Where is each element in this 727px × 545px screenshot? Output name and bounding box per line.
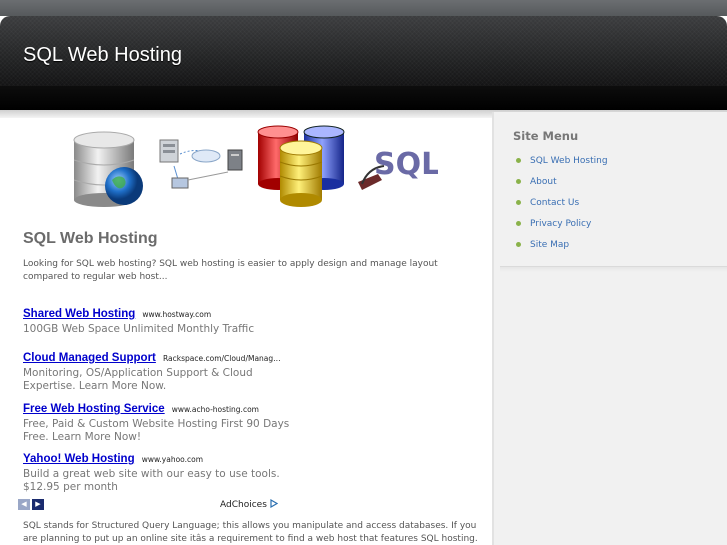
menu-link[interactable]: Contact Us (530, 198, 579, 208)
site-title[interactable]: SQL Web Hosting (23, 44, 182, 67)
sidebar-item-about: About (516, 173, 608, 194)
sidebar-heading: Site Menu (513, 129, 579, 143)
sql-logo-text: SQL (374, 147, 438, 182)
sidebar-item-privacy-policy: Privacy Policy (516, 215, 608, 236)
network-servers-icon (159, 139, 243, 189)
sidebar-item-sql-web-hosting: SQL Web Hosting (516, 152, 608, 173)
intro-text: Looking for SQL web hosting? SQL web hos… (23, 259, 438, 282)
header-band (0, 86, 727, 110)
menu-link[interactable]: SQL Web Hosting (530, 156, 608, 166)
ad-item: Cloud Managed Support Rackspace.com/Clou… (23, 349, 293, 393)
ad-link-cloud-support[interactable]: Cloud Managed Support (23, 352, 156, 364)
ad-description: Build a great web site with our easy to … (23, 468, 280, 493)
database-globe-icon (73, 131, 143, 207)
sidebar-item-site-map: Site Map (516, 236, 608, 257)
ad-link-shared-hosting[interactable]: Shared Web Hosting (23, 308, 135, 320)
sidebar-item-contact-us: Contact Us (516, 194, 608, 215)
database-stack-icon (257, 125, 345, 207)
article-body: SQL stands for Structured Query Language… (23, 521, 478, 544)
bullet-icon (516, 242, 521, 247)
ad-pager: ◀ ▶ (18, 499, 44, 510)
bullet-icon (516, 200, 521, 205)
column-divider (492, 112, 494, 545)
ad-next-button[interactable]: ▶ (32, 499, 44, 510)
ad-url[interactable]: www.acho-hosting.com (172, 405, 259, 414)
site-menu: SQL Web Hosting About Contact Us Privacy… (516, 152, 608, 257)
ad-description: 100GB Web Space Unlimited Monthly Traffi… (23, 323, 255, 335)
ad-item: Yahoo! Web Hosting www.yahoo.com Build a… (23, 450, 293, 494)
banner: SQL (68, 122, 438, 210)
sql-logo-icon: SQL (358, 147, 438, 190)
sidebar-divider (500, 266, 727, 272)
bullet-icon (516, 221, 521, 226)
ad-link-yahoo-hosting[interactable]: Yahoo! Web Hosting (23, 453, 135, 465)
adchoices-link[interactable]: AdChoices (220, 498, 278, 510)
ad-item: Shared Web Hosting www.hostway.com 100GB… (23, 305, 293, 336)
ad-link-free-hosting[interactable]: Free Web Hosting Service (23, 403, 165, 415)
ad-url[interactable]: www.hostway.com (142, 310, 211, 319)
ad-item: Free Web Hosting Service www.acho-hostin… (23, 400, 293, 444)
top-strip (0, 0, 727, 16)
menu-link[interactable]: About (530, 177, 557, 187)
adchoices-icon (270, 498, 278, 509)
bullet-icon (516, 179, 521, 184)
ad-prev-button[interactable]: ◀ (18, 499, 30, 510)
ad-url[interactable]: www.yahoo.com (142, 455, 203, 464)
menu-link[interactable]: Privacy Policy (530, 219, 591, 229)
page-title: SQL Web Hosting (23, 230, 158, 247)
bullet-icon (516, 158, 521, 163)
adchoices-label: AdChoices (220, 500, 267, 510)
ad-url[interactable]: Rackspace.com/Cloud/Manag… (163, 354, 281, 363)
ad-description: Monitoring, OS/Application Support & Clo… (23, 367, 253, 392)
ad-description: Free, Paid & Custom Website Hosting Firs… (23, 418, 290, 443)
menu-link[interactable]: Site Map (530, 240, 569, 250)
